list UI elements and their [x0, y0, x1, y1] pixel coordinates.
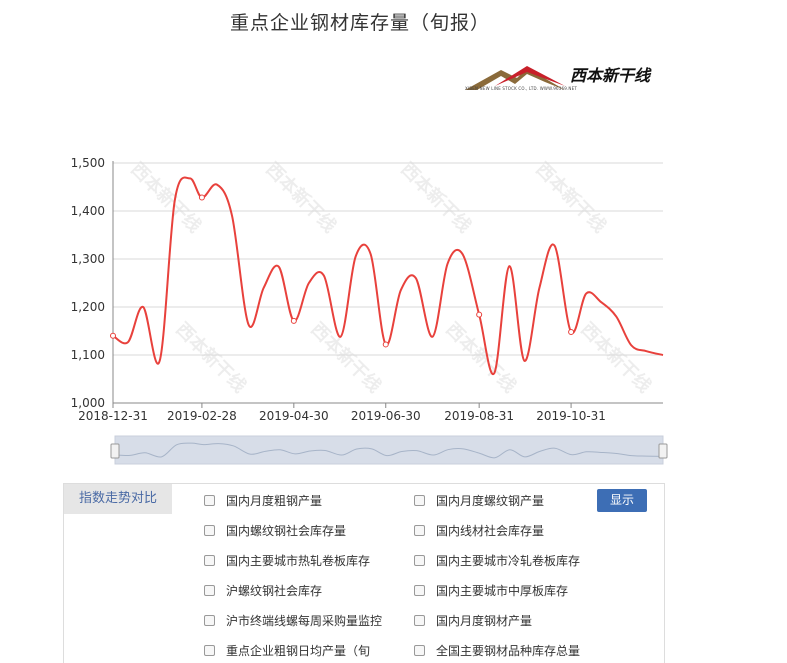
index-compare-panel: 指数走势对比 国内月度粗钢产量 国内月度螺纹钢产量国内螺纹钢社会库存量 国内线材社会…	[63, 483, 665, 663]
range-navigator[interactable]	[110, 435, 668, 465]
index-option[interactable]: 国内主要城市热轧卷板库存	[204, 552, 370, 569]
option-label: 沪市终端线螺每周采购量监控	[226, 614, 383, 628]
option-label: 国内主要城市中厚板库存	[436, 584, 569, 598]
navigator-handle-right[interactable]	[658, 443, 668, 459]
option-checkbox[interactable]	[204, 645, 215, 656]
index-option[interactable]: 沪市终端线螺每周采购量监控	[204, 612, 382, 629]
option-label: 国内月度螺纹钢产量	[436, 494, 545, 508]
watermark-text: 西本新干线	[396, 158, 475, 237]
index-option[interactable]: 国内主要城市中厚板库存	[414, 582, 568, 599]
option-checkbox[interactable]	[414, 645, 425, 656]
watermark-text: 西本新干线	[306, 318, 385, 397]
option-label: 国内螺纹钢社会库存量	[226, 524, 347, 538]
option-checkbox[interactable]	[414, 555, 425, 566]
watermark-text: 西本新干线	[576, 318, 655, 397]
option-label: 国内线材社会库存量	[436, 524, 545, 538]
index-option[interactable]: 国内螺纹钢社会库存量	[204, 522, 346, 539]
option-checkbox[interactable]	[204, 585, 215, 596]
data-point-marker	[290, 317, 297, 324]
watermark-text: 西本新干线	[261, 158, 340, 237]
option-label: 全国主要钢材品种库存总量	[436, 644, 581, 658]
index-option[interactable]: 国内月度钢材产量	[414, 612, 532, 629]
index-option[interactable]: 重点企业粗钢日均产量（旬	[204, 642, 370, 659]
index-option[interactable]: 沪螺纹钢社会库存	[204, 582, 322, 599]
option-label: 国内月度粗钢产量	[226, 494, 323, 508]
y-tick-label: 1,200	[71, 300, 105, 314]
y-tick-label: 1,400	[71, 204, 105, 218]
data-point-marker	[568, 328, 575, 335]
show-button[interactable]: 显示	[597, 489, 647, 512]
option-checkbox[interactable]	[414, 615, 425, 626]
option-checkbox[interactable]	[204, 525, 215, 536]
x-tick-label: 2019-06-30	[351, 409, 421, 423]
index-option[interactable]: 全国主要钢材品种库存总量	[414, 642, 580, 659]
data-point-marker	[110, 332, 116, 339]
option-label: 沪螺纹钢社会库存	[226, 584, 323, 598]
y-tick-label: 1,100	[71, 348, 105, 362]
page: 重点企业钢材库存量（旬报） 西本新干线 XIBEN NEW LINE STOCK…	[0, 0, 787, 663]
y-tick-label: 1,000	[71, 396, 105, 410]
navigator-track[interactable]	[114, 435, 664, 465]
watermark-text: 西本新干线	[441, 318, 520, 397]
navigator-handle-left[interactable]	[110, 443, 120, 459]
option-checkbox[interactable]	[414, 495, 425, 506]
y-tick-label: 1,500	[71, 156, 105, 170]
option-checkbox[interactable]	[414, 525, 425, 536]
index-option[interactable]: 国内主要城市冷轧卷板库存	[414, 552, 580, 569]
option-label: 国内主要城市热轧卷板库存	[226, 554, 371, 568]
option-label: 国内月度钢材产量	[436, 614, 533, 628]
option-checkbox[interactable]	[414, 585, 425, 596]
data-point-marker	[382, 341, 389, 348]
index-option[interactable]: 国内月度螺纹钢产量	[414, 492, 544, 509]
y-tick-label: 1,300	[71, 252, 105, 266]
line-chart: 西本新干线 西本新干线 西本新干线 西本新干线西本新干线 西本新干线 西本新干线 西本新干线…	[71, 156, 668, 465]
index-option[interactable]: 国内月度粗钢产量	[204, 492, 322, 509]
index-option[interactable]: 国内线材社会库存量	[414, 522, 544, 539]
option-checkbox[interactable]	[204, 495, 215, 506]
x-tick-label: 2019-10-31	[536, 409, 606, 423]
x-tick-label: 2018-12-31	[78, 409, 148, 423]
data-point-marker	[476, 311, 483, 318]
x-tick-label: 2019-08-31	[444, 409, 514, 423]
x-tick-label: 2019-04-30	[259, 409, 329, 423]
option-checkbox[interactable]	[204, 615, 215, 626]
watermark-text: 西本新干线	[531, 158, 610, 237]
data-point-marker	[198, 194, 205, 201]
tab-index-trend-compare[interactable]: 指数走势对比	[64, 484, 172, 514]
watermark-text: 西本新干线	[126, 158, 205, 237]
option-label: 重点企业粗钢日均产量（旬	[226, 644, 371, 658]
option-checkbox[interactable]	[204, 555, 215, 566]
option-label: 国内主要城市冷轧卷板库存	[436, 554, 581, 568]
x-tick-label: 2019-02-28	[167, 409, 237, 423]
watermark-text: 西本新干线	[171, 318, 250, 397]
